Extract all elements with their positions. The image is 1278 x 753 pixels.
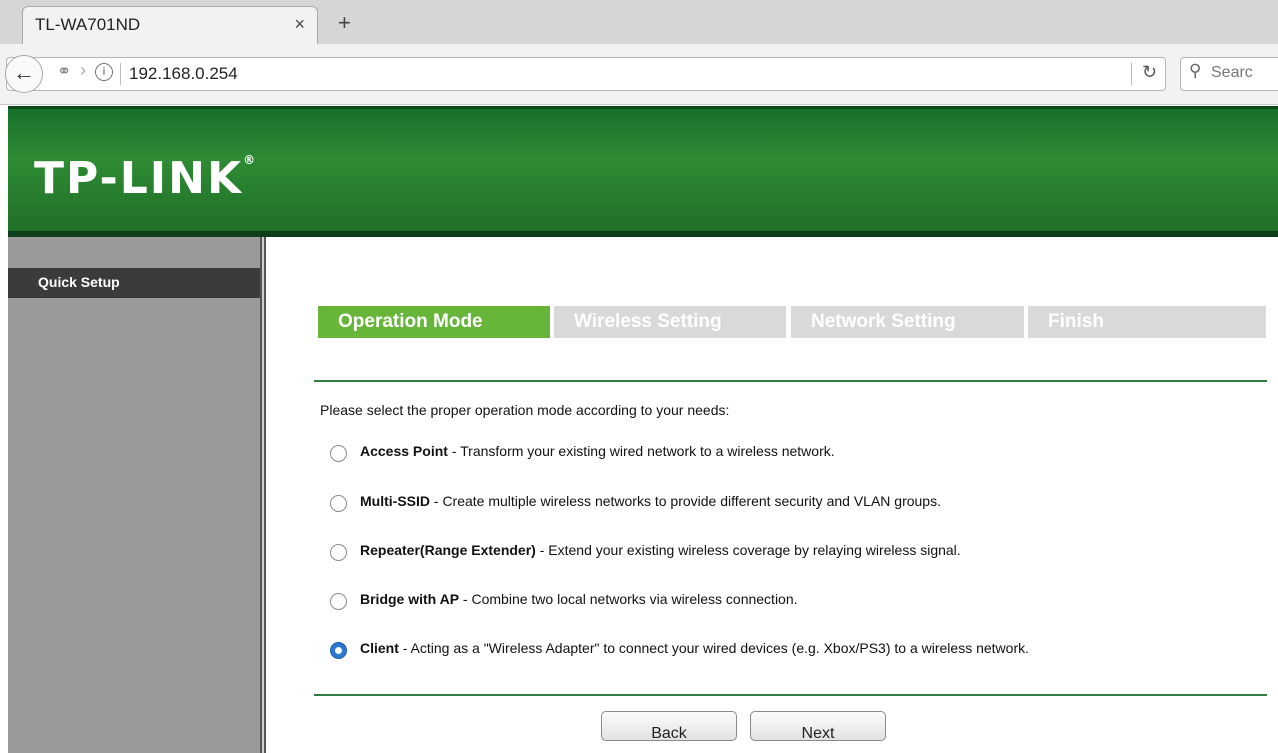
step-wireless-setting: Wireless Setting xyxy=(554,306,786,338)
radio-client[interactable] xyxy=(330,642,347,659)
step-network-setting: Network Setting xyxy=(791,306,1024,338)
radio-multi-ssid[interactable] xyxy=(330,495,347,512)
divider xyxy=(314,380,1267,382)
option-name: Bridge with AP xyxy=(360,591,460,607)
option-name: Multi-SSID xyxy=(360,493,430,509)
option-name: Repeater(Range Extender) xyxy=(360,542,536,558)
option-name: Access Point xyxy=(360,443,448,459)
option-desc: - Extend your existing wireless coverage… xyxy=(535,542,961,558)
sidebar-item-label: Quick Setup xyxy=(38,274,120,290)
instruction-text: Please select the proper operation mode … xyxy=(320,402,730,418)
divider xyxy=(1131,63,1132,85)
sidebar-item-quick-setup[interactable]: Quick Setup xyxy=(8,268,260,298)
radio-bridge-with-ap[interactable] xyxy=(330,593,347,610)
next-button[interactable]: Next xyxy=(750,711,886,741)
divider xyxy=(314,694,1267,696)
close-icon[interactable]: × xyxy=(294,14,305,35)
option-desc: - Acting as a "Wireless Adapter" to conn… xyxy=(398,640,1029,656)
logo-text: TP-LINK xyxy=(34,153,244,204)
search-placeholder: Searc xyxy=(1211,64,1253,81)
radio-repeater[interactable] xyxy=(330,544,347,561)
search-icon: ⚲ xyxy=(1189,61,1202,80)
reload-icon[interactable]: ↻ xyxy=(1142,62,1157,83)
new-tab-button[interactable]: + xyxy=(338,10,351,36)
option-desc: - Transform your existing wired network … xyxy=(447,443,835,459)
sidebar: Quick Setup xyxy=(8,237,260,753)
step-finish: Finish xyxy=(1028,306,1266,338)
option-desc: - Combine two local networks via wireles… xyxy=(459,591,798,607)
step-operation-mode: Operation Mode xyxy=(318,306,550,338)
radio-access-point[interactable] xyxy=(330,445,347,462)
header-banner: TP-LINK® xyxy=(8,106,1278,234)
key-icon[interactable]: ⚭ xyxy=(57,62,71,82)
divider xyxy=(120,63,121,85)
url-text[interactable]: 192.168.0.254 xyxy=(129,64,238,84)
chevron-right-icon: › xyxy=(80,60,86,80)
tp-link-logo: TP-LINK® xyxy=(34,153,257,204)
option-desc: - Create multiple wireless networks to p… xyxy=(430,493,941,509)
browser-nav-bar: ← ⚭ › i 192.168.0.254 ↻ ⚲ Searc xyxy=(0,44,1278,105)
tab-title: TL-WA701ND xyxy=(35,15,141,34)
registered-mark: ® xyxy=(243,153,258,167)
option-name: Client xyxy=(360,640,399,656)
search-input[interactable]: ⚲ Searc xyxy=(1180,57,1278,91)
info-icon[interactable]: i xyxy=(95,63,113,81)
back-arrow-icon[interactable]: ← xyxy=(5,55,43,93)
browser-tab-bar: TL-WA701ND × + xyxy=(0,0,1278,44)
browser-tab[interactable]: TL-WA701ND × xyxy=(22,6,318,44)
back-button[interactable]: Back xyxy=(601,711,737,741)
url-bar[interactable]: ← ⚭ › i 192.168.0.254 ↻ xyxy=(5,55,1166,93)
sidebar-splitter[interactable] xyxy=(260,237,266,753)
